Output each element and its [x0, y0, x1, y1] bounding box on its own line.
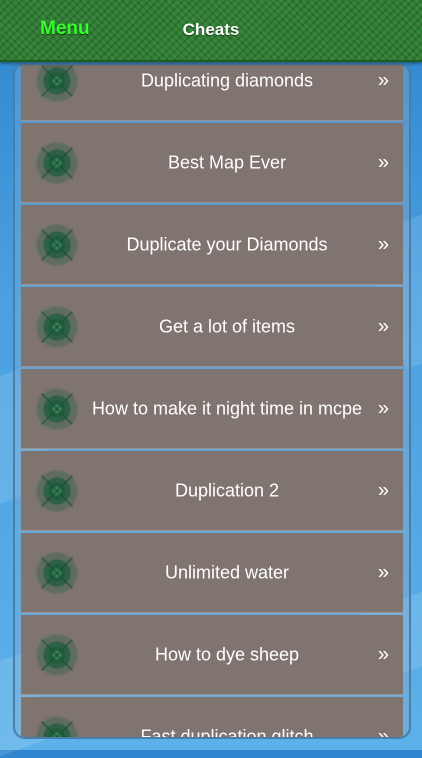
green-starburst-icon	[35, 632, 79, 677]
list-item[interactable]: Fast duplication glitch »	[21, 697, 403, 739]
green-starburst-icon	[35, 550, 79, 595]
list-item-label: How to make it night time in mcpe	[91, 398, 363, 418]
list-item[interactable]: Best Map Ever »	[21, 123, 403, 203]
list-item[interactable]: Duplicate your Diamonds »	[21, 205, 403, 285]
chevron-right-icon: »	[377, 69, 389, 91]
list-item[interactable]: How to make it night time in mcpe »	[21, 369, 403, 449]
list-item[interactable]: Duplication 2 »	[21, 451, 403, 531]
chevron-right-icon: »	[377, 233, 389, 255]
green-starburst-icon	[35, 222, 79, 267]
list-item-label: Get a lot of items	[158, 316, 296, 336]
list-item-label: Duplicating diamonds	[140, 70, 314, 90]
green-starburst-icon	[35, 140, 79, 185]
chevron-right-icon: »	[377, 643, 389, 665]
list-item-label: Duplicate your Diamonds	[126, 234, 328, 254]
list-item[interactable]: Duplicating diamonds »	[21, 65, 403, 121]
chevron-right-icon: »	[377, 315, 389, 337]
list-item-label: Unlimited water	[164, 562, 290, 582]
green-starburst-icon	[35, 468, 79, 513]
green-starburst-icon	[35, 65, 79, 103]
list-item[interactable]: Unlimited water »	[21, 533, 403, 613]
chevron-right-icon: »	[377, 151, 389, 173]
green-starburst-icon	[35, 386, 79, 431]
navigation-bar: Menu Cheats	[0, 0, 422, 62]
cheats-list: Duplicating diamonds » Best Map Ever » D…	[21, 65, 403, 739]
list-item[interactable]: Get a lot of items »	[21, 287, 403, 367]
list-item-label: Best Map Ever	[167, 152, 287, 172]
list-item[interactable]: How to dye sheep »	[21, 615, 403, 695]
chevron-right-icon: »	[377, 397, 389, 419]
list-item-label: How to dye sheep	[154, 644, 300, 664]
page-title: Cheats	[182, 20, 240, 39]
list-item-label: Fast duplication glitch	[140, 726, 314, 739]
list-item-label: Duplication 2	[174, 480, 280, 500]
green-starburst-icon	[35, 304, 79, 349]
chevron-right-icon: »	[377, 561, 389, 583]
chevron-right-icon: »	[377, 479, 389, 501]
chevron-right-icon: »	[377, 725, 389, 739]
green-starburst-icon	[35, 714, 79, 737]
cheats-list-panel[interactable]: Duplicating diamonds » Best Map Ever » D…	[13, 63, 411, 739]
